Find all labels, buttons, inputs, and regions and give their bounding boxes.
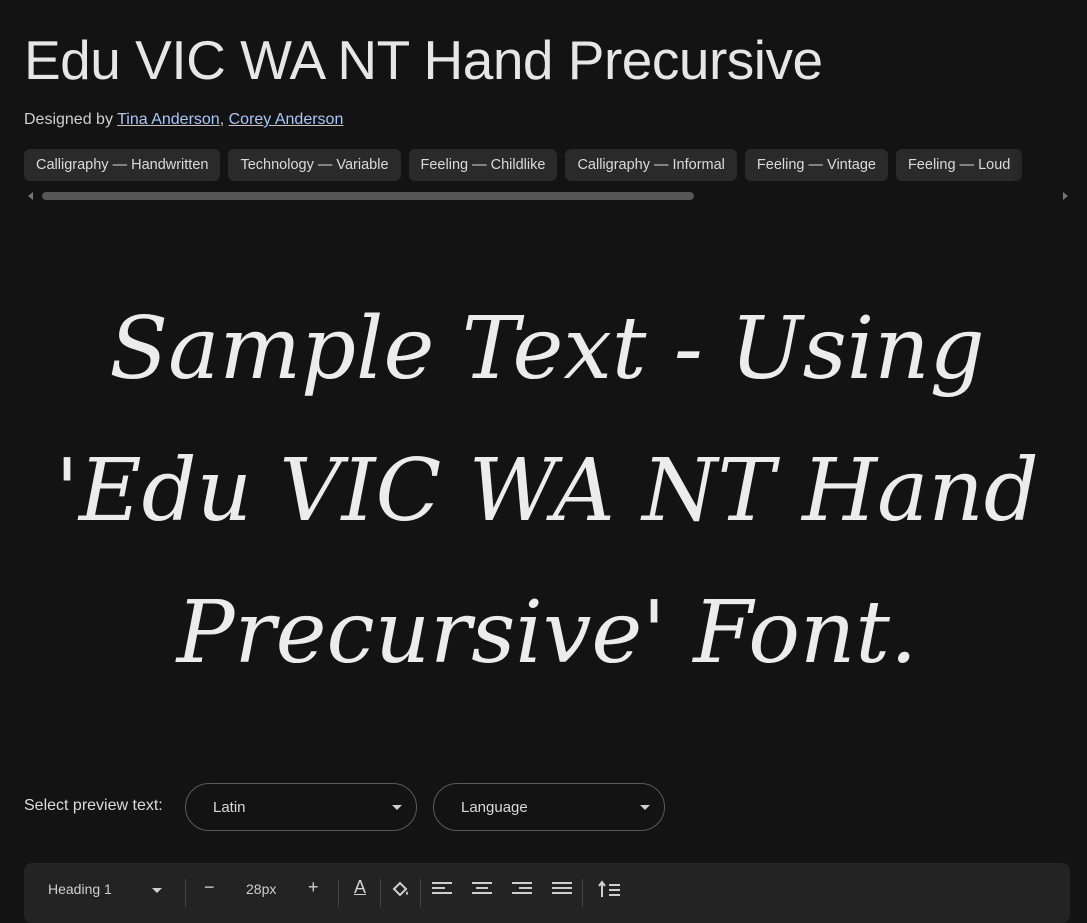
- scroll-right-arrow-icon[interactable]: [1063, 192, 1068, 200]
- tag-scrollbar[interactable]: [24, 190, 1070, 202]
- tag-list: Calligraphy — Handwritten Technology — V…: [24, 149, 1064, 181]
- minus-icon[interactable]: −: [204, 877, 215, 898]
- designer-line: Designed by Tina Anderson, Corey Anderso…: [24, 111, 344, 128]
- script-select-value: Latin: [213, 799, 246, 816]
- tag-calligraphy-informal[interactable]: Calligraphy — Informal: [565, 149, 737, 181]
- toolbar-divider: [420, 879, 421, 907]
- tag-feeling-vintage[interactable]: Feeling — Vintage: [744, 149, 888, 181]
- font-title: Edu VIC WA NT Hand Precursive: [24, 29, 823, 91]
- chevron-down-icon[interactable]: [152, 888, 162, 893]
- sample-text-preview[interactable]: Sample Text - Using 'Edu VIC WA NT Hand …: [24, 278, 1070, 704]
- align-center-icon[interactable]: [472, 882, 492, 897]
- scroll-left-arrow-icon[interactable]: [28, 192, 33, 200]
- designer-link-tina[interactable]: Tina Anderson: [117, 111, 220, 128]
- text-color-icon[interactable]: A: [354, 877, 366, 898]
- toolbar-divider: [582, 879, 583, 907]
- toolbar-divider: [185, 879, 186, 907]
- tag-technology-variable[interactable]: Technology — Variable: [228, 149, 401, 181]
- designer-link-corey[interactable]: Corey Anderson: [229, 111, 344, 128]
- line-height-icon[interactable]: [598, 879, 622, 901]
- align-left-icon[interactable]: [432, 882, 452, 897]
- toolbar-divider: [338, 879, 339, 907]
- chevron-down-icon: [392, 805, 402, 810]
- scroll-thumb[interactable]: [42, 192, 694, 200]
- tag-list-fade: [1010, 149, 1070, 181]
- align-right-icon[interactable]: [512, 882, 532, 897]
- chevron-down-icon: [640, 805, 650, 810]
- language-select[interactable]: Language: [433, 783, 665, 831]
- tag-calligraphy-handwritten[interactable]: Calligraphy — Handwritten: [24, 149, 221, 181]
- toolbar-divider: [380, 879, 381, 907]
- text-toolbar: Heading 1 − 28px + A: [24, 863, 1070, 923]
- font-size-value[interactable]: 28px: [246, 881, 276, 897]
- paint-bucket-icon[interactable]: [390, 879, 410, 899]
- designed-by-label: Designed by: [24, 111, 113, 128]
- align-justify-icon[interactable]: [552, 882, 572, 897]
- script-select[interactable]: Latin: [185, 783, 417, 831]
- tag-feeling-loud[interactable]: Feeling — Loud: [895, 149, 1023, 181]
- plus-icon[interactable]: +: [308, 877, 319, 898]
- language-select-value: Language: [461, 799, 528, 816]
- style-select[interactable]: Heading 1: [48, 881, 112, 897]
- preview-text-label: Select preview text:: [24, 797, 163, 814]
- tag-feeling-childlike[interactable]: Feeling — Childlike: [408, 149, 558, 181]
